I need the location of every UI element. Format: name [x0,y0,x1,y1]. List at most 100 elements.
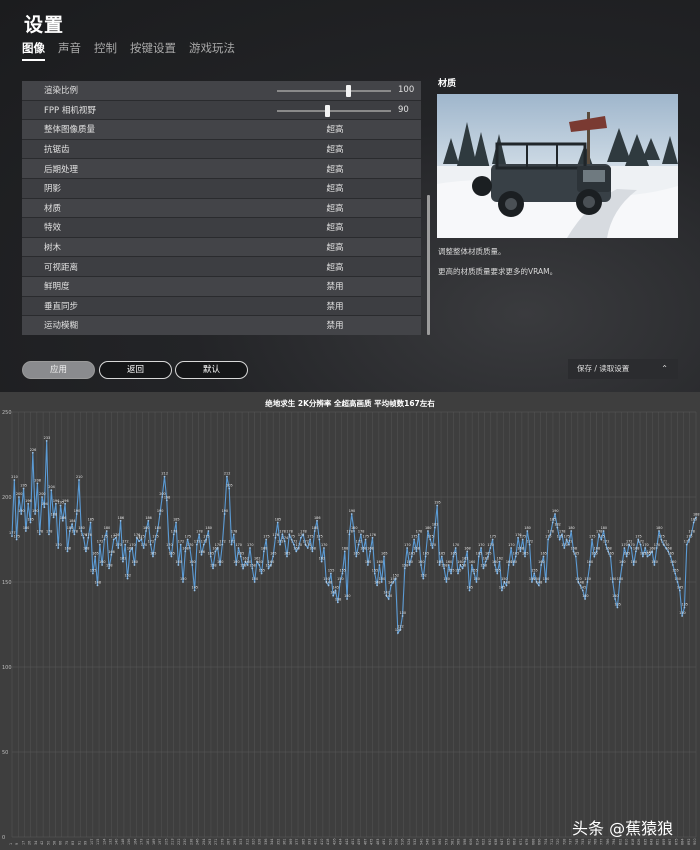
data-point [165,499,168,502]
setting-value[interactable]: 超高 [320,182,350,194]
setting-slider[interactable] [277,85,391,97]
data-label: 196 [25,499,31,503]
data-point [397,632,399,634]
data-point [570,530,573,532]
back-button[interactable]: 返回 [99,361,172,379]
data-label: 172 [122,540,128,544]
data-point [274,536,277,539]
data-label: 155 [672,569,678,573]
x-tick-label: 385 [301,839,305,845]
tab-keybindings[interactable]: 按键设置 [130,40,176,61]
settings-row[interactable]: 抗锯齿 超高 [22,139,421,160]
x-tick-label: 532 [413,839,417,845]
slider-handle[interactable] [325,104,331,117]
data-label: 175 [203,535,209,539]
data-label: 170 [654,543,660,547]
data-label: 168 [571,546,577,550]
settings-row[interactable]: 渲染比例 100 [22,81,421,101]
data-point [320,560,323,563]
settings-row[interactable]: 可视距离 超高 [22,257,421,277]
x-tick-label: 589 [457,839,461,845]
slider-handle[interactable] [345,85,351,97]
setting-value[interactable]: 超高 [320,163,350,175]
data-label: 175 [635,535,641,539]
settings-row[interactable]: FPP 相机视野 90 [22,100,421,121]
data-point [540,564,543,566]
data-point [399,628,402,631]
data-label: 178 [279,529,285,533]
default-button[interactable]: 默认 [175,361,248,379]
x-tick-label: 140 [115,839,119,845]
data-label: 190 [32,509,38,513]
data-point [487,555,489,558]
settings-row[interactable]: 材质 超高 [22,198,421,219]
apply-button[interactable]: 应用 [22,361,95,379]
data-label: 175 [564,535,570,539]
settings-row[interactable]: 鲜明度 禁用 [22,276,421,297]
data-label: 160 [587,560,593,564]
setting-value[interactable]: 禁用 [320,319,350,331]
x-tick-label: 630 [488,839,492,845]
data-label: 200 [39,492,45,496]
settings-row[interactable]: 阴影 超高 [22,178,421,199]
data-point [688,538,690,541]
data-point [364,538,367,541]
data-point [184,550,187,553]
setting-value[interactable]: 禁用 [320,300,350,312]
data-label: 204 [48,485,54,489]
settings-list: 渲染比例 100 FPP 相机视野 90 整体图像质量 超高 抗锯齿 超高 后期处理 超高 阴影 超高… [22,81,421,335]
settings-scrollbar[interactable] [427,195,430,335]
settings-row[interactable]: 运动模糊 禁用 [22,316,421,335]
data-label: 165 [270,552,276,556]
tab-sound[interactable]: 声音 [58,40,81,61]
data-label: 160 [406,560,412,564]
setting-value[interactable]: 超高 [320,221,350,233]
settings-row[interactable]: 垂直同步 禁用 [22,296,421,317]
settings-row[interactable]: 整体图像质量 超高 [22,120,421,140]
data-point [681,615,684,617]
settings-row[interactable]: 特效 超高 [22,218,421,238]
setting-value[interactable]: 超高 [320,143,350,155]
setting-value[interactable]: 超高 [320,123,350,135]
setting-slider[interactable] [277,104,391,117]
data-point [260,572,263,575]
settings-row[interactable]: 后期处理 超高 [22,159,421,179]
data-label: 175 [263,535,269,539]
data-label: 165 [208,552,214,556]
detail-description-vram: 更高的材质质量要求更多的VRAM。 [438,267,558,276]
data-point [230,543,233,546]
data-point [454,547,457,549]
data-point [31,451,34,454]
data-point [193,589,196,592]
data-label: 122 [397,625,403,629]
data-point [431,547,434,549]
tab-graphics[interactable]: 图像 [22,40,45,61]
data-label: 160 [538,560,544,564]
settings-tabs: 图像 声音 控制 按键设置 游戏玩法 [22,40,235,61]
x-tick-label: 50 [46,841,50,845]
data-point [66,550,69,553]
data-point [477,555,480,558]
y-tick-label: 200 [2,495,12,501]
data-point [611,581,614,583]
data-point [408,564,411,566]
data-label: 175 [316,535,322,539]
settings-row[interactable]: 树木 超高 [22,237,421,258]
data-point [390,584,392,587]
data-label: 162 [462,557,468,561]
tab-gameplay[interactable]: 游戏玩法 [189,40,235,61]
setting-value[interactable]: 超高 [320,241,350,253]
data-label: 135 [614,603,620,607]
setting-value[interactable]: 超高 [320,261,350,273]
data-point [89,521,92,524]
data-label: 165 [381,552,387,556]
data-point [584,598,586,600]
data-point [329,572,332,575]
x-tick-label: 459 [357,839,361,845]
data-label: 165 [353,552,359,556]
data-point [24,530,27,532]
setting-value[interactable]: 超高 [320,202,350,214]
save-load-settings-dropdown[interactable]: 保存 / 读取设置 ⌃ [568,359,678,379]
tab-control[interactable]: 控制 [94,40,117,61]
setting-value[interactable]: 禁用 [320,280,350,292]
